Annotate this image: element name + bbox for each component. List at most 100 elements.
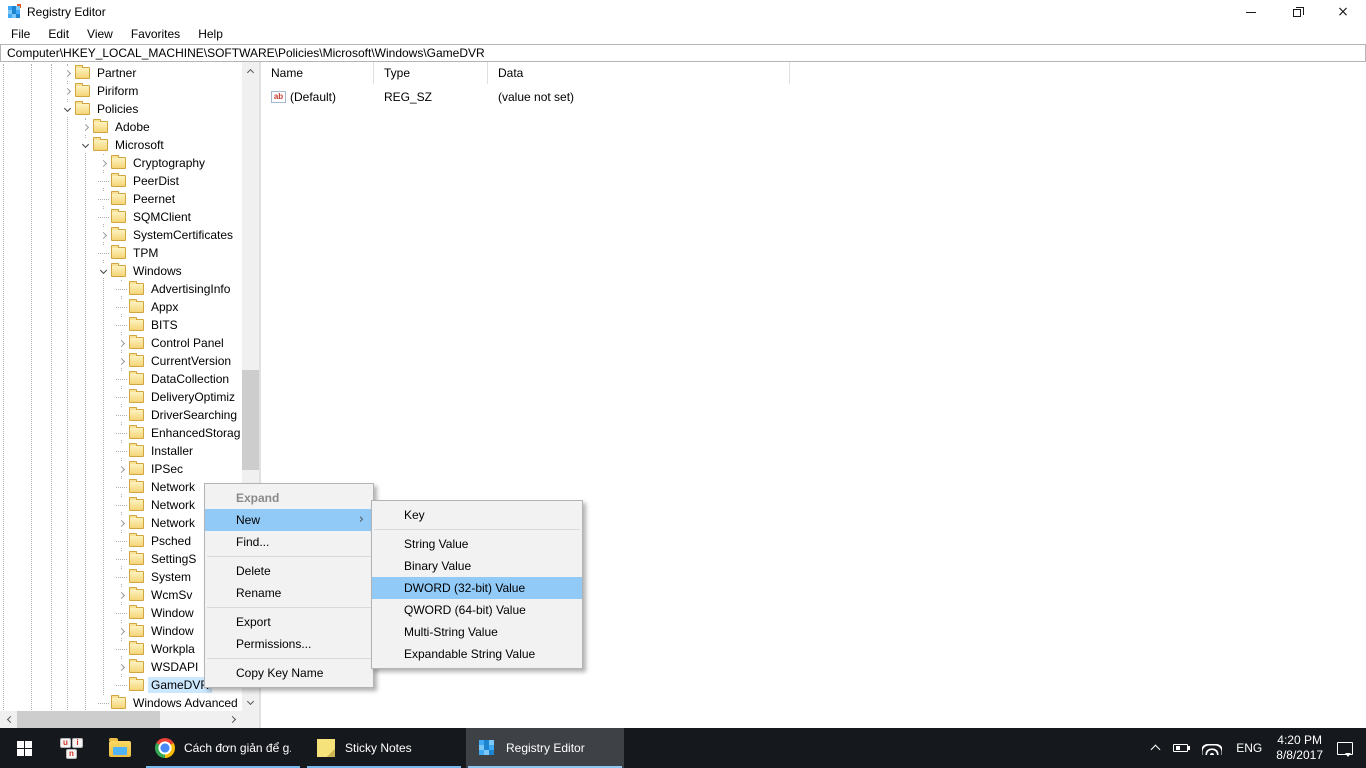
tree-chevron-icon[interactable] — [79, 138, 92, 152]
tree-item[interactable]: DriverSearching — [0, 406, 242, 424]
tree-item[interactable]: IPSec — [0, 460, 242, 478]
submenu-item[interactable]: Key — [372, 504, 582, 526]
start-button[interactable] — [0, 728, 48, 768]
tree-chevron-icon[interactable] — [97, 192, 110, 206]
context-menu-item[interactable]: Find... › — [205, 531, 373, 553]
tree-chevron-icon[interactable] — [115, 282, 128, 296]
tree-chevron-icon[interactable] — [115, 318, 128, 332]
tree-item[interactable]: PeerDist — [0, 172, 242, 190]
tray-overflow-button[interactable] — [1145, 728, 1166, 768]
tree-item[interactable]: Control Panel — [0, 334, 242, 352]
clock[interactable]: 4:20 PM 8/8/2017 — [1269, 728, 1330, 768]
context-menu-item[interactable]: Export › — [205, 611, 373, 633]
context-menu-item[interactable]: Delete › — [205, 560, 373, 582]
file-explorer-button[interactable] — [96, 728, 144, 768]
tree-item[interactable]: SQMClient — [0, 208, 242, 226]
minimize-button[interactable] — [1228, 0, 1274, 24]
tree-horizontal-scrollbar[interactable] — [0, 711, 242, 728]
tree-item[interactable]: BITS — [0, 316, 242, 334]
tree-item[interactable]: Windows — [0, 262, 242, 280]
taskbar-app-button[interactable]: Cách đơn giản để g... — [144, 728, 302, 768]
tree-chevron-icon[interactable] — [115, 660, 128, 674]
tree-item[interactable]: Piriform — [0, 82, 242, 100]
tree-chevron-icon[interactable] — [115, 300, 128, 314]
column-header-name[interactable]: Name — [261, 62, 374, 84]
tree-chevron-icon[interactable] — [115, 498, 128, 512]
tree-chevron-icon[interactable] — [115, 444, 128, 458]
menu-bar-item[interactable]: Help — [189, 25, 232, 43]
action-center-button[interactable] — [1330, 728, 1366, 768]
tree-chevron-icon[interactable] — [115, 462, 128, 476]
close-button[interactable]: × — [1320, 0, 1366, 24]
tree-chevron-icon[interactable] — [115, 570, 128, 584]
tree-chevron-icon[interactable] — [115, 606, 128, 620]
menu-bar-item[interactable]: Favorites — [122, 25, 189, 43]
tree-item[interactable]: AdvertisingInfo — [0, 280, 242, 298]
tree-chevron-icon[interactable] — [97, 696, 110, 710]
tree-item[interactable]: EnhancedStorag — [0, 424, 242, 442]
tree-chevron-icon[interactable] — [115, 678, 128, 692]
tree-item[interactable]: TPM — [0, 244, 242, 262]
tree-chevron-icon[interactable] — [97, 210, 110, 224]
tree-item[interactable]: Cryptography — [0, 154, 242, 172]
address-bar[interactable]: Computer\HKEY_LOCAL_MACHINE\SOFTWARE\Pol… — [0, 44, 1366, 62]
tree-chevron-icon[interactable] — [97, 264, 110, 278]
tree-item[interactable]: Microsoft — [0, 136, 242, 154]
horizontal-scroll-thumb[interactable] — [17, 711, 160, 728]
scroll-up-arrow-icon[interactable] — [242, 62, 259, 79]
tree-chevron-icon[interactable] — [115, 588, 128, 602]
submenu-item[interactable]: Binary Value — [372, 555, 582, 577]
scroll-left-arrow-icon[interactable] — [0, 711, 17, 728]
tree-item[interactable]: DataCollection — [0, 370, 242, 388]
context-menu-item[interactable]: Expand › — [205, 487, 373, 509]
language-indicator[interactable]: ENG — [1229, 728, 1269, 768]
column-header-type[interactable]: Type — [374, 62, 488, 84]
tree-chevron-icon[interactable] — [61, 66, 74, 80]
tree-item[interactable]: Adobe — [0, 118, 242, 136]
scroll-right-arrow-icon[interactable] — [225, 711, 242, 728]
tree-chevron-icon[interactable] — [97, 228, 110, 242]
tree-chevron-icon[interactable] — [115, 372, 128, 386]
tree-item[interactable]: Policies — [0, 100, 242, 118]
context-menu-item[interactable]: Copy Key Name › — [205, 662, 373, 684]
context-menu-item[interactable]: Permissions... › — [205, 633, 373, 655]
submenu-item[interactable]: Multi-String Value — [372, 621, 582, 643]
tree-item[interactable]: Appx — [0, 298, 242, 316]
tree-item[interactable]: DeliveryOptimiz — [0, 388, 242, 406]
tree-chevron-icon[interactable] — [115, 552, 128, 566]
tree-item[interactable]: Windows Advanced — [0, 694, 242, 711]
scroll-down-arrow-icon[interactable] — [242, 694, 259, 711]
tree-chevron-icon[interactable] — [115, 354, 128, 368]
tree-item[interactable]: Peernet — [0, 190, 242, 208]
tree-item[interactable]: Partner — [0, 64, 242, 82]
tree-chevron-icon[interactable] — [115, 390, 128, 404]
submenu-item[interactable]: String Value — [372, 533, 582, 555]
tree-chevron-icon[interactable] — [61, 102, 74, 116]
context-menu-item[interactable]: › — [207, 658, 371, 659]
tree-chevron-icon[interactable] — [115, 534, 128, 548]
tree-chevron-icon[interactable] — [115, 480, 128, 494]
tree-item[interactable]: Installer — [0, 442, 242, 460]
submenu-item[interactable] — [374, 529, 580, 530]
unikey-taskbar-button[interactable] — [48, 728, 96, 768]
network-status-button[interactable] — [1195, 728, 1229, 768]
menu-bar-item[interactable]: View — [78, 25, 122, 43]
tree-chevron-icon[interactable] — [115, 516, 128, 530]
context-menu-item[interactable]: Rename › — [205, 582, 373, 604]
context-menu-item[interactable]: New › — [205, 509, 373, 531]
tree-chevron-icon[interactable] — [115, 642, 128, 656]
submenu-item[interactable]: DWORD (32-bit) Value — [372, 577, 582, 599]
menu-bar-item[interactable]: Edit — [39, 25, 78, 43]
submenu-item[interactable]: QWORD (64-bit) Value — [372, 599, 582, 621]
tree-chevron-icon[interactable] — [115, 426, 128, 440]
tree-chevron-icon[interactable] — [115, 408, 128, 422]
taskbar-app-button[interactable]: Sticky Notes — [305, 728, 463, 768]
tree-chevron-icon[interactable] — [115, 624, 128, 638]
tree-item[interactable]: SystemCertificates — [0, 226, 242, 244]
power-status-button[interactable] — [1166, 728, 1195, 768]
tree-chevron-icon[interactable] — [97, 174, 110, 188]
tree-chevron-icon[interactable] — [79, 120, 92, 134]
context-menu-item[interactable]: › — [207, 607, 371, 608]
context-menu-item[interactable]: › — [207, 556, 371, 557]
restore-button[interactable] — [1274, 0, 1320, 24]
